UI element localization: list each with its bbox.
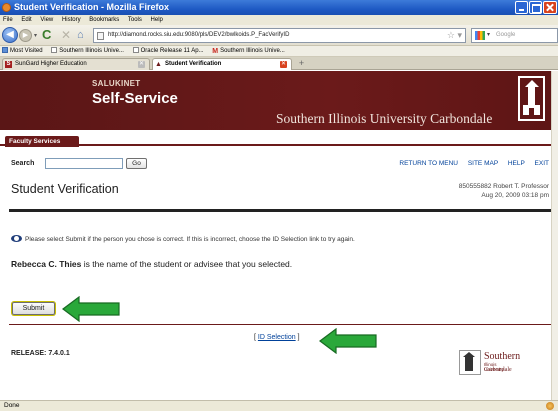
maximize-button[interactable] [529, 1, 542, 14]
search-input[interactable] [45, 158, 123, 169]
info-eye-icon [11, 235, 22, 242]
menu-file[interactable]: File [3, 17, 13, 23]
title-divider [9, 209, 551, 212]
status-text: Done [4, 402, 20, 409]
address-text: http://diamond.rocks.siu.edu:9080/pls/DE… [108, 32, 290, 38]
siuc-tower-icon: ▲ [155, 61, 162, 68]
info-message: Please select Submit if the person you c… [11, 235, 355, 243]
menu-help[interactable]: Help [151, 17, 163, 23]
tab-bar: S SunGard Higher Education ✕ ▲ Student V… [0, 57, 558, 70]
content-divider [9, 324, 551, 325]
bookmark-page-icon [51, 47, 58, 53]
bookmarks-toolbar: Most Visited Southern Illinois Unive... … [0, 46, 558, 57]
header-banner: SALUKINET Self-Service Southern Illinois… [0, 71, 551, 130]
search-row: Search Go RETURN TO MENU SITE MAP HELP E… [0, 156, 551, 174]
vertical-scrollbar[interactable] [551, 71, 558, 400]
menu-bar: File Edit View History Bookmarks Tools H… [0, 15, 558, 25]
bookmark-siu-2[interactable]: M Southern Illinois Unive... [212, 46, 285, 57]
search-label: Search [11, 160, 35, 167]
exit-link[interactable]: EXIT [535, 160, 549, 167]
self-service-title: Self-Service [92, 90, 178, 107]
green-arrow-left-icon [319, 328, 377, 354]
forward-button[interactable]: ▶ [19, 29, 32, 42]
salukinet-logo-text: SALUKINET [92, 79, 141, 88]
gmail-icon: M [212, 48, 219, 55]
menu-view[interactable]: View [40, 17, 53, 23]
bookmark-siu-1[interactable]: Southern Illinois Unive... [51, 46, 124, 57]
search-engine-dropdown-icon[interactable]: ▾ [487, 29, 490, 42]
page-timestamp: Aug 20, 2009 03:18 pm [481, 192, 549, 199]
menu-bookmarks[interactable]: Bookmarks [89, 17, 119, 23]
minimize-button[interactable] [515, 1, 528, 14]
release-version: RELEASE: 7.4.0.1 [11, 350, 70, 357]
back-button[interactable]: ◀ [2, 27, 18, 43]
submit-button[interactable]: Submit [12, 302, 55, 315]
page-viewport: SALUKINET Self-Service Southern Illinois… [0, 71, 551, 400]
service-tabs: Faculty Services [0, 130, 551, 147]
bookmark-page-icon [132, 47, 139, 53]
window-titlebar: Student Verification - Mozilla Firefox [0, 0, 558, 15]
siuc-tower-logo [518, 76, 545, 121]
navigation-toolbar: ◀ ▶ ▾ C ✕ ⌂ http://diamond.rocks.siu.edu… [0, 25, 558, 46]
footer-siu-logo: Southern Illinois University Carbondale [459, 350, 520, 375]
student-confirmation: Rebecca C. Thies is the name of the stud… [11, 259, 292, 269]
stop-icon[interactable]: ✕ [61, 28, 71, 42]
top-links: RETURN TO MENU SITE MAP HELP EXIT [391, 160, 549, 167]
status-indicator-icon [546, 402, 554, 410]
tab-faculty-services[interactable]: Faculty Services [5, 136, 79, 147]
page-title: Student Verification [11, 182, 119, 196]
close-tab-icon[interactable]: ✕ [280, 61, 287, 68]
student-suffix: is the name of the student or advisee th… [81, 259, 293, 269]
tab-student-verification[interactable]: ▲ Student Verification ✕ [152, 58, 292, 70]
firefox-icon [2, 3, 11, 12]
page-icon [97, 32, 104, 40]
id-selection-row: [ ID Selection ] [254, 334, 300, 341]
user-id-name: 850555882 Robert T. Professor [458, 183, 549, 190]
window-title: Student Verification - Mozilla Firefox [14, 2, 170, 12]
bookmark-folder-icon [2, 47, 8, 53]
green-arrow-left-icon [62, 296, 120, 322]
sungard-icon: S [5, 61, 12, 68]
address-bar[interactable]: http://diamond.rocks.siu.edu:9080/pls/DE… [93, 28, 466, 43]
student-name: Rebecca C. Thies [11, 259, 82, 269]
bookmark-most-visited[interactable]: Most Visited [2, 46, 43, 57]
help-link[interactable]: HELP [508, 160, 525, 167]
new-tab-button[interactable]: + [296, 58, 307, 69]
reload-icon[interactable]: C [42, 28, 51, 42]
google-icon[interactable] [475, 31, 485, 40]
go-button[interactable]: Go [126, 158, 147, 169]
menu-tools[interactable]: Tools [128, 17, 142, 23]
user-info: 850555882 Robert T. Professor Aug 20, 20… [459, 182, 549, 200]
return-to-menu-link[interactable]: RETURN TO MENU [399, 160, 458, 167]
search-placeholder: Google [496, 32, 516, 38]
status-bar: Done [0, 400, 558, 411]
menu-history[interactable]: History [62, 17, 81, 23]
site-map-link[interactable]: SITE MAP [468, 160, 498, 167]
university-name: Southern Illinois University Carbondale [276, 111, 493, 126]
tab-sungard[interactable]: S SunGard Higher Education ✕ [2, 58, 150, 70]
close-tab-icon[interactable]: ✕ [138, 61, 145, 68]
history-dropdown-icon[interactable]: ▾ [34, 32, 37, 39]
info-text: Please select Submit if the person you c… [25, 236, 355, 243]
web-search-box[interactable]: ▾ Google [471, 28, 558, 43]
menu-edit[interactable]: Edit [21, 17, 31, 23]
id-selection-link[interactable]: ID Selection [258, 334, 296, 341]
close-window-button[interactable] [543, 1, 557, 14]
home-icon[interactable]: ⌂ [77, 29, 84, 42]
bookmark-oracle[interactable]: Oracle Release 11 Ap... [132, 46, 204, 57]
bookmark-star-icon[interactable]: ☆ ▾ [447, 29, 462, 42]
